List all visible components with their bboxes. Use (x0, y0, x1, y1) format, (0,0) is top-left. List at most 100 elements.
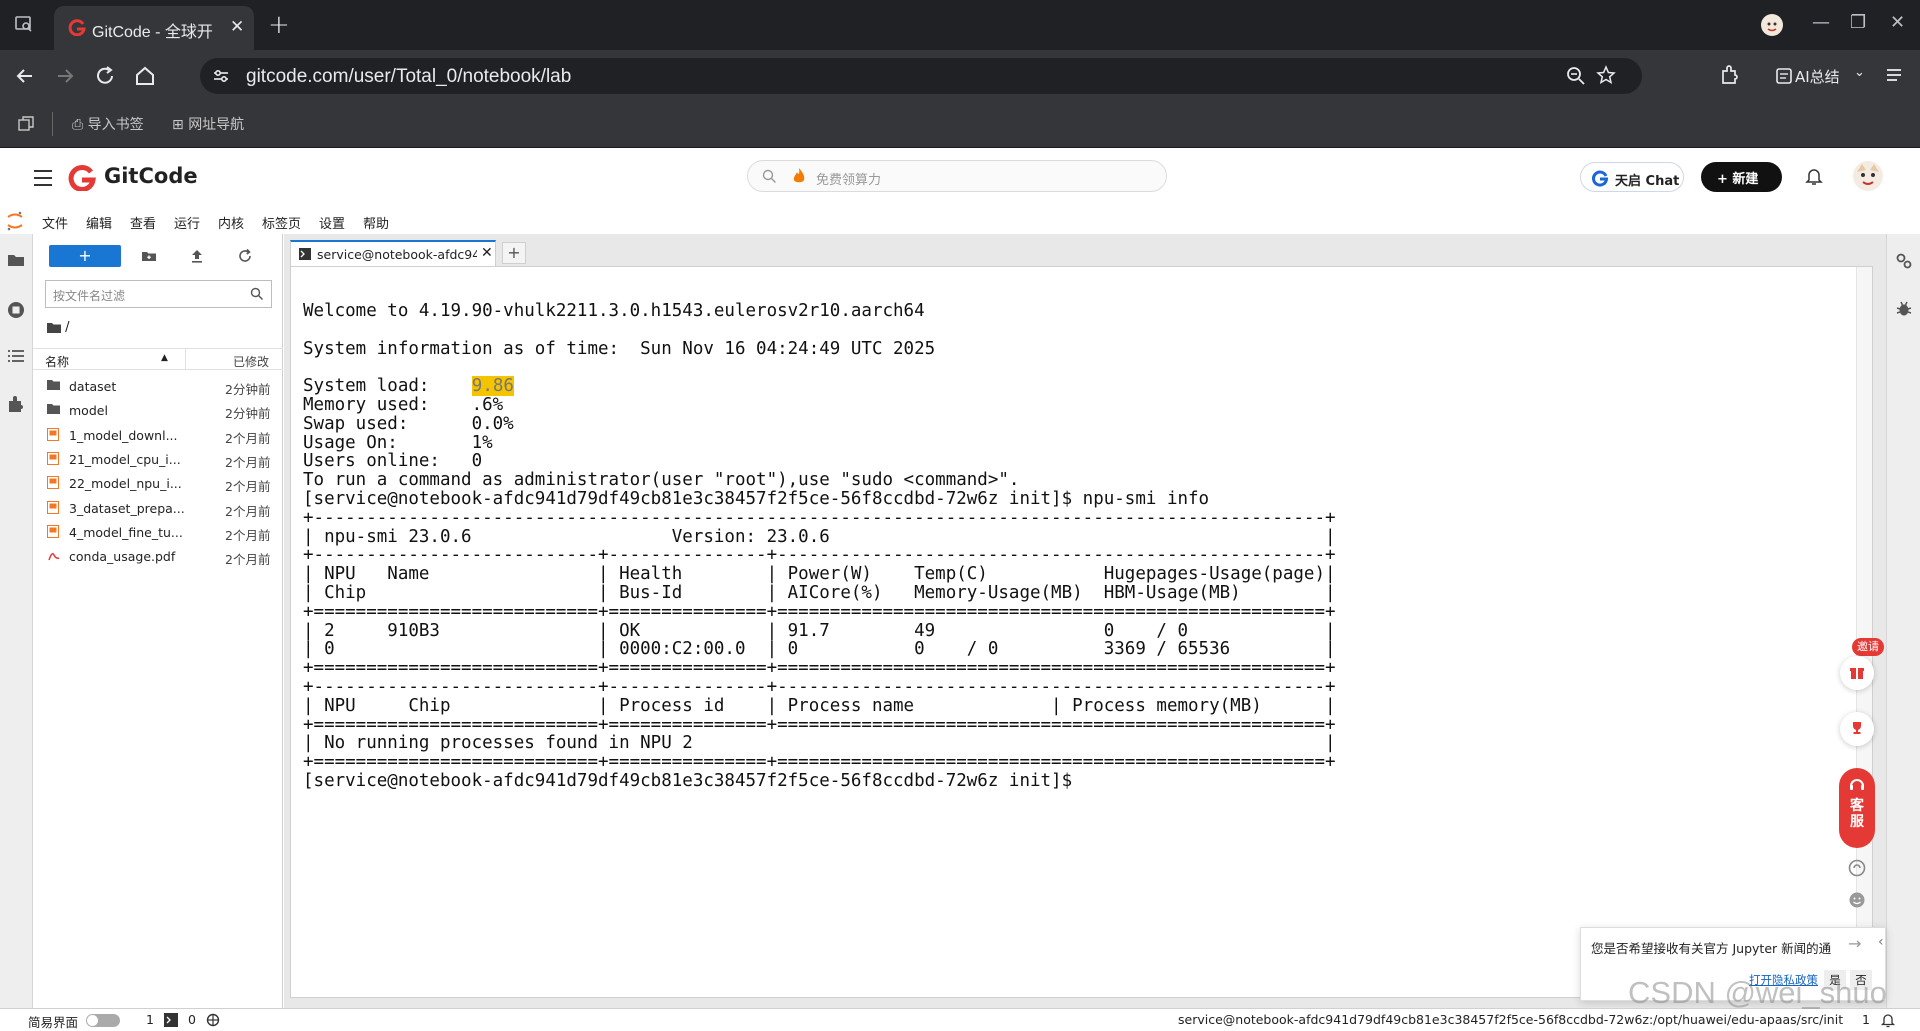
bookmark-star-icon[interactable] (1596, 65, 1616, 85)
kernel-status-icon[interactable] (206, 1013, 220, 1027)
gift-float-button[interactable] (1840, 656, 1874, 690)
zoom-icon[interactable] (1566, 66, 1586, 86)
menu-help[interactable]: 帮助 (363, 213, 389, 232)
flame-icon (792, 167, 806, 185)
hamburger-menu-icon[interactable] (32, 168, 54, 188)
terminal-line: +===========================+===========… (303, 658, 1336, 679)
property-inspector-icon[interactable] (1895, 252, 1913, 270)
close-tab-icon[interactable]: ✕ (481, 245, 493, 261)
terminal-line: | NPU Name | Health | Power(W) Temp(C) H… (303, 564, 1336, 585)
notification-bell-icon[interactable] (1880, 1012, 1896, 1028)
back-icon[interactable] (12, 63, 38, 89)
simple-mode-toggle[interactable] (86, 1014, 120, 1027)
address-bar[interactable]: gitcode.com/user/Total_0/notebook/lab (200, 58, 1642, 94)
terminal-line: +---------------------------+-----------… (303, 545, 1336, 566)
terminal-line: | 0 | 0000:C2:00.0 | 0 0 / 0 3369 / 6553… (303, 639, 1336, 660)
reload-icon[interactable] (92, 63, 118, 89)
file-row[interactable]: 4_model_fine_tu... 2个月前 (33, 520, 283, 544)
tianqi-chat-button[interactable]: 天启 Chat (1580, 162, 1684, 192)
user-avatar[interactable] (1852, 160, 1884, 192)
file-modified: 2个月前 (225, 527, 271, 543)
file-row[interactable]: 1_model_downl... 2个月前 (33, 423, 283, 447)
home-icon[interactable] (132, 63, 158, 89)
site-settings-icon[interactable] (212, 67, 230, 85)
menu-tabs[interactable]: 标签页 (262, 213, 301, 232)
file-row[interactable]: dataset 2分钟前 (33, 374, 283, 398)
browser-tab-title: GitCode - 全球开 (92, 24, 213, 41)
import-bookmarks-link[interactable]: ⎙ 导入书签 (72, 114, 144, 134)
browser-toolbar: gitcode.com/user/Total_0/notebook/lab AI… (0, 50, 1920, 102)
new-launcher-button[interactable]: + (49, 245, 121, 267)
status-bar: 简易界面 1 0 service@notebook-afdc941d79df49… (0, 1008, 1920, 1030)
refresh-icon[interactable] (237, 248, 253, 264)
menu-run[interactable]: 运行 (174, 213, 200, 232)
terminal-panel[interactable]: Welcome to 4.19.90-vhulk2211.3.0.h1543.e… (290, 266, 1873, 998)
file-modified: 2分钟前 (225, 382, 271, 397)
table-of-contents-icon[interactable] (6, 346, 26, 366)
invite-badge[interactable]: 邀请 (1852, 638, 1884, 656)
tab-search-icon[interactable] (14, 14, 36, 36)
minimize-icon[interactable]: — (1812, 12, 1830, 33)
file-row[interactable]: 3_dataset_prepa... 2个月前 (33, 496, 283, 520)
menu-file[interactable]: 文件 (42, 213, 68, 232)
feedback-icon (1848, 859, 1866, 877)
menu-kernel[interactable]: 内核 (218, 213, 244, 232)
running-sessions-icon[interactable] (6, 300, 26, 320)
feedback-float-button[interactable] (1840, 853, 1874, 887)
terminal-count: 1 (146, 1012, 154, 1027)
file-row[interactable]: 21_model_cpu_i... 2个月前 (33, 447, 283, 471)
menu-view[interactable]: 查看 (130, 213, 156, 232)
notification-bell-icon[interactable] (1804, 166, 1824, 186)
ai-summary-button[interactable]: AI总结 (1795, 66, 1840, 87)
folder-icon[interactable] (6, 250, 26, 270)
file-name: dataset (69, 379, 117, 394)
browser-tab-gitcode[interactable]: GitCode - 全球开 ✕ (54, 6, 254, 50)
new-dock-tab-button[interactable]: + (502, 242, 526, 264)
terminal-tab[interactable]: service@notebook-afdc94 ✕ (290, 240, 496, 266)
file-row[interactable]: 22_model_npu_i... 2个月前 (33, 471, 283, 495)
upload-icon[interactable] (189, 248, 205, 264)
column-modified-header[interactable]: 已修改 (233, 353, 269, 370)
notebook-icon (47, 427, 60, 441)
csdn-watermark: CSDN @wei_shuo (1628, 975, 1887, 1010)
tab-groups-icon[interactable] (18, 116, 34, 132)
close-window-icon[interactable]: ✕ (1890, 12, 1905, 33)
terminal-line: | npu-smi 23.0.6 Version: 23.0.6 | (303, 526, 1336, 547)
browser-menu-icon[interactable] (1884, 65, 1904, 85)
site-nav-link[interactable]: ⊞ 网址导航 (172, 114, 244, 134)
column-name-header[interactable]: 名称 (45, 353, 69, 370)
terminal-line: [service@notebook-afdc941d79df49cb81e3c3… (303, 489, 1210, 509)
gitcode-brand[interactable]: GitCode (104, 164, 198, 188)
ai-summary-icon[interactable] (1775, 67, 1793, 85)
gitcode-logo-icon[interactable] (68, 163, 96, 191)
file-row[interactable]: model 2分钟前 (33, 398, 283, 422)
trophy-float-button[interactable] (1840, 712, 1874, 746)
smiley-icon (1848, 891, 1866, 909)
smiley-float-button[interactable] (1840, 885, 1874, 919)
new-tab-button[interactable]: + (268, 10, 290, 40)
right-sidebar (1886, 234, 1920, 1012)
gitcode-search-input[interactable]: 免费领算力 (747, 160, 1167, 192)
chevron-down-icon[interactable]: ⌄ (1854, 65, 1865, 80)
file-row[interactable]: conda_usage.pdf 2个月前 (33, 544, 283, 568)
new-button[interactable]: + 新建 (1701, 162, 1782, 192)
terminal-line: [service@notebook-afdc941d79df49cb81e3c3… (303, 771, 1073, 791)
breadcrumb-root[interactable]: / (65, 320, 69, 335)
close-tab-icon[interactable]: ✕ (230, 17, 244, 37)
breadcrumb[interactable]: / (47, 320, 70, 335)
menu-settings[interactable]: 设置 (319, 213, 345, 232)
file-filter-input[interactable]: 按文件名过滤 (45, 280, 272, 308)
new-folder-icon[interactable] (141, 248, 157, 264)
debugger-bug-icon[interactable] (1895, 300, 1913, 318)
arrow-right-icon[interactable]: → (1848, 934, 1861, 953)
extensions-icon[interactable] (1718, 63, 1744, 89)
terminal-icon[interactable] (164, 1013, 178, 1027)
profile-avatar[interactable] (1760, 13, 1783, 36)
divider (52, 112, 53, 136)
extensions-puzzle-icon[interactable] (6, 394, 26, 414)
customer-service-button[interactable]: 客服 (1839, 768, 1875, 848)
forward-icon[interactable] (52, 63, 78, 89)
restore-icon[interactable]: ❐ (1850, 12, 1866, 33)
menu-edit[interactable]: 编辑 (86, 213, 112, 232)
chevron-left-icon[interactable]: ‹ (1878, 934, 1884, 950)
